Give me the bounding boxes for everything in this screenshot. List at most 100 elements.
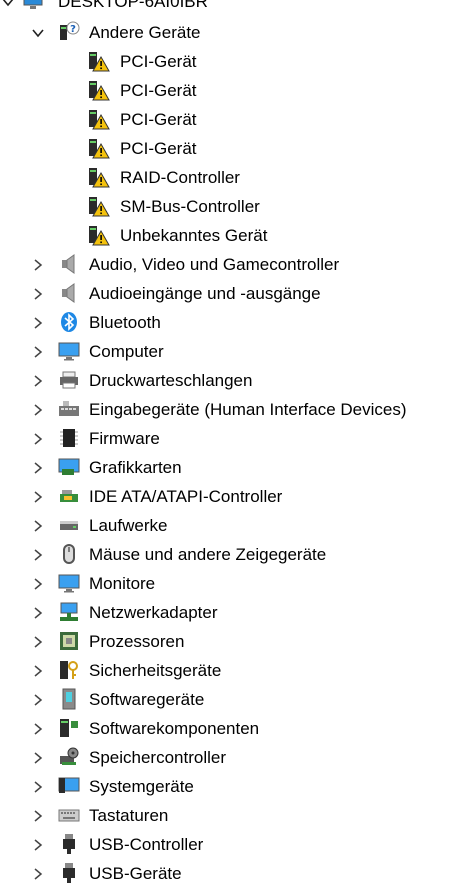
- chevron-right-icon[interactable]: [30, 663, 46, 679]
- chevron-right-icon[interactable]: [30, 431, 46, 447]
- chevron-right-icon[interactable]: [30, 489, 46, 505]
- tree-node-label: PCI-Gerät: [120, 139, 197, 158]
- tree-node-label: USB-Geräte: [89, 864, 182, 883]
- warning-device-icon: [88, 224, 110, 246]
- speaker-icon: [58, 282, 80, 304]
- monitor-icon: [58, 340, 80, 362]
- chevron-right-icon[interactable]: [30, 286, 46, 302]
- speaker-icon: [58, 253, 80, 275]
- chevron-right-icon[interactable]: [30, 692, 46, 708]
- network-icon: [58, 601, 80, 623]
- warning-device-icon: [88, 108, 110, 130]
- tree-node-device[interactable]: SM-Bus-Controller: [0, 192, 463, 221]
- tree-node-label: IDE ATA/ATAPI-Controller: [89, 487, 283, 506]
- mouse-icon: [58, 543, 80, 565]
- software-device-icon: [58, 688, 80, 710]
- tree-node-label: Eingabegeräte (Human Interface Devices): [89, 400, 407, 419]
- chevron-right-icon[interactable]: [30, 634, 46, 650]
- tree-node-device[interactable]: RAID-Controller: [0, 163, 463, 192]
- tree-node-label: Monitore: [89, 574, 156, 593]
- tree-node-category[interactable]: Computer: [0, 337, 463, 366]
- tree-node-label: Bluetooth: [89, 313, 161, 332]
- chevron-right-icon[interactable]: [30, 721, 46, 737]
- tree-node-category[interactable]: Grafikkarten: [0, 453, 463, 482]
- software-component-icon: [58, 717, 80, 739]
- tree-node-label: SM-Bus-Controller: [120, 197, 260, 216]
- tree-node-category[interactable]: Druckwarteschlangen: [0, 366, 463, 395]
- tree-node-label: Audio, Video und Gamecontroller: [89, 255, 340, 274]
- tree-node-category[interactable]: Laufwerke: [0, 511, 463, 540]
- tree-node-category[interactable]: Prozessoren: [0, 627, 463, 656]
- tree-node-category[interactable]: Firmware: [0, 424, 463, 453]
- chevron-right-icon[interactable]: [30, 518, 46, 534]
- tree-node-category[interactable]: Sicherheitsgeräte: [0, 656, 463, 685]
- tree-node-category[interactable]: Bluetooth: [0, 308, 463, 337]
- tree-node-category[interactable]: Eingabegeräte (Human Interface Devices): [0, 395, 463, 424]
- tree-node-category[interactable]: Systemgeräte: [0, 772, 463, 801]
- tree-node-label: Prozessoren: [89, 632, 185, 651]
- tree-node-category[interactable]: IDE ATA/ATAPI-Controller: [0, 482, 463, 511]
- tree-node-category[interactable]: Mäuse und andere Zeigegeräte: [0, 540, 463, 569]
- tree-node-label: Andere Geräte: [89, 23, 201, 42]
- tree-node-device[interactable]: PCI-Gerät: [0, 47, 463, 76]
- system-device-icon: [58, 775, 80, 797]
- usb-icon: [58, 833, 80, 855]
- tree-node-category[interactable]: USB-Controller: [0, 830, 463, 859]
- tree-node-category[interactable]: USB-Geräte: [0, 859, 463, 888]
- tree-node-device[interactable]: PCI-Gerät: [0, 105, 463, 134]
- tree-node-category[interactable]: Audioeingänge und -ausgänge: [0, 279, 463, 308]
- unknown-device-icon: ?: [58, 21, 80, 43]
- tree-node-category[interactable]: Softwaregeräte: [0, 685, 463, 714]
- tree-node-category[interactable]: Softwarekomponenten: [0, 714, 463, 743]
- chevron-right-icon[interactable]: [30, 460, 46, 476]
- tree-node-device[interactable]: PCI-Gerät: [0, 76, 463, 105]
- chevron-right-icon[interactable]: [30, 750, 46, 766]
- tree-node-label: Softwaregeräte: [89, 690, 205, 709]
- tree-node-category[interactable]: Monitore: [0, 569, 463, 598]
- chevron-right-icon[interactable]: [30, 866, 46, 882]
- chevron-right-icon[interactable]: [30, 779, 46, 795]
- tree-node-label: Druckwarteschlangen: [89, 371, 253, 390]
- warning-device-icon: [88, 50, 110, 72]
- chevron-right-icon[interactable]: [30, 373, 46, 389]
- tree-node-label: USB-Controller: [89, 835, 204, 854]
- warning-device-icon: [88, 79, 110, 101]
- chevron-right-icon[interactable]: [30, 808, 46, 824]
- ide-controller-icon: [58, 485, 80, 507]
- tree-node-label: Grafikkarten: [89, 458, 182, 477]
- tree-node-label: Computer: [89, 342, 164, 361]
- tree-node-category[interactable]: Netzwerkadapter: [0, 598, 463, 627]
- chevron-down-icon[interactable]: [30, 25, 46, 41]
- chevron-down-icon[interactable]: [0, 0, 16, 10]
- chevron-right-icon[interactable]: [30, 837, 46, 853]
- tree-node-category[interactable]: Speichercontroller: [0, 743, 463, 772]
- hid-icon: [58, 398, 80, 420]
- tree-node-category[interactable]: Audio, Video und Gamecontroller: [0, 250, 463, 279]
- chevron-right-icon[interactable]: [30, 605, 46, 621]
- chevron-right-icon[interactable]: [30, 402, 46, 418]
- printer-icon: [58, 369, 80, 391]
- processor-icon: [58, 630, 80, 652]
- tree-node-device[interactable]: PCI-Gerät: [0, 134, 463, 163]
- tree-node-category[interactable]: Tastaturen: [0, 801, 463, 830]
- tree-node-device[interactable]: Unbekanntes Gerät: [0, 221, 463, 250]
- svg-text:?: ?: [70, 24, 76, 35]
- warning-device-icon: [88, 137, 110, 159]
- monitor-icon: [58, 572, 80, 594]
- chevron-right-icon[interactable]: [30, 257, 46, 273]
- chevron-right-icon[interactable]: [30, 315, 46, 331]
- chevron-right-icon[interactable]: [30, 344, 46, 360]
- chevron-right-icon[interactable]: [30, 547, 46, 563]
- tree-node-label: Tastaturen: [89, 806, 169, 825]
- chevron-right-icon[interactable]: [30, 576, 46, 592]
- bluetooth-icon: [58, 311, 80, 333]
- tree-node-label: Sicherheitsgeräte: [89, 661, 222, 680]
- tree-node-label: RAID-Controller: [120, 168, 240, 187]
- tree-node-label: Speichercontroller: [89, 748, 227, 767]
- keyboard-icon: [58, 804, 80, 826]
- tree-node-label: Netzwerkadapter: [89, 603, 218, 622]
- tree-node-category-expanded[interactable]: ? Andere Geräte: [0, 18, 463, 47]
- tree-node-root[interactable]: DESKTOP-6AI0IBR: [0, 0, 463, 16]
- tree-node-label: Audioeingänge und -ausgänge: [89, 284, 321, 303]
- warning-device-icon: [88, 166, 110, 188]
